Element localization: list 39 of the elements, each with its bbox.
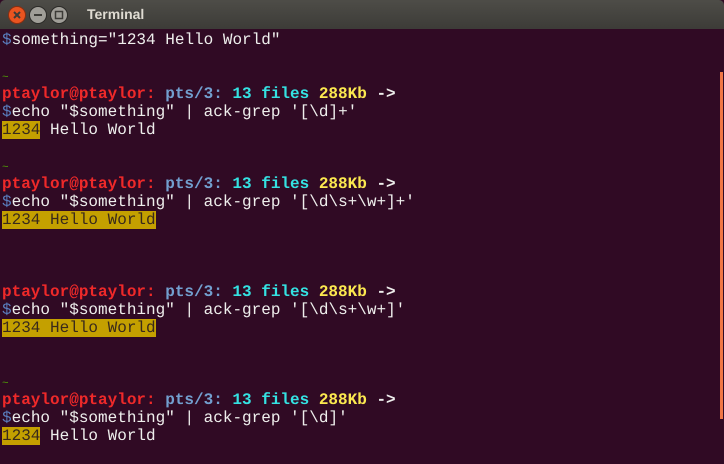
prompt-text: 13 files bbox=[232, 283, 310, 301]
match-highlight: 1234 bbox=[2, 121, 40, 139]
tilde-marker: ~ bbox=[2, 378, 9, 390]
output-text: Hello World bbox=[49, 121, 156, 139]
prompt-text: -> bbox=[376, 391, 396, 409]
prompt-text: -> bbox=[376, 85, 396, 103]
prompt-text: ptaylor@ptaylor: bbox=[2, 85, 156, 103]
prompt-text: 13 files bbox=[232, 391, 310, 409]
command-line: $echo "$something" | ack-grep '[\d]' bbox=[2, 409, 348, 427]
match-highlight: 1234 Hello World bbox=[2, 319, 156, 337]
command-line: $echo "$something" | ack-grep '[\d\s+\w+]' bbox=[2, 301, 406, 319]
output-text: Hello World bbox=[49, 427, 156, 445]
command-line: $echo "$something" | ack-grep '[\d]+' bbox=[2, 103, 358, 121]
match-highlight: 1234 Hello World bbox=[2, 211, 156, 229]
tilde-marker: ~ bbox=[2, 72, 9, 84]
prompt-text: pts/3: bbox=[165, 85, 223, 103]
prompt-text: ptaylor@ptaylor: bbox=[2, 391, 156, 409]
prompt-text: pts/3: bbox=[165, 391, 223, 409]
minimize-icon[interactable] bbox=[29, 6, 47, 24]
prompt-text: 288Kb bbox=[318, 391, 367, 409]
command-line: $something="1234 Hello World" bbox=[2, 31, 280, 49]
maximize-icon[interactable] bbox=[50, 6, 68, 24]
prompt-text: -> bbox=[376, 283, 396, 301]
prompt-text: -> bbox=[376, 175, 396, 193]
close-icon[interactable] bbox=[8, 6, 26, 24]
prompt-text: 13 files bbox=[232, 175, 310, 193]
match-highlight: 1234 bbox=[2, 427, 40, 445]
tilde-marker: ~ bbox=[2, 162, 9, 174]
prompt-text: 13 files bbox=[232, 85, 310, 103]
prompt-text: 288Kb bbox=[318, 283, 367, 301]
prompt-text: 288Kb bbox=[318, 85, 367, 103]
window-title: Terminal bbox=[87, 5, 144, 24]
prompt-text: ptaylor@ptaylor: bbox=[2, 175, 156, 193]
scrollbar[interactable] bbox=[720, 72, 723, 419]
command-line: $echo "$something" | ack-grep '[\d\s+\w+]+' bbox=[2, 193, 415, 211]
prompt-text: ptaylor@ptaylor: bbox=[2, 283, 156, 301]
prompt-text: pts/3: bbox=[165, 175, 223, 193]
prompt-text: 288Kb bbox=[318, 175, 367, 193]
prompt-text: pts/3: bbox=[165, 283, 223, 301]
